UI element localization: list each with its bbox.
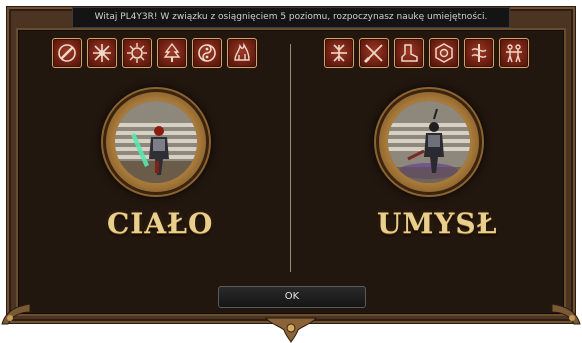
boot-icon[interactable] bbox=[394, 38, 424, 68]
yin-yang-icon[interactable] bbox=[192, 38, 222, 68]
star-burst-icon[interactable] bbox=[87, 38, 117, 68]
spiked-sun-icon[interactable] bbox=[122, 38, 152, 68]
tree-icon[interactable] bbox=[157, 38, 187, 68]
mind-path-portrait[interactable] bbox=[379, 92, 479, 192]
corner-ornament-right bbox=[550, 300, 582, 326]
body-path-portrait[interactable] bbox=[106, 92, 206, 192]
corner-ornament-left bbox=[0, 300, 32, 326]
bottom-ornament bbox=[262, 316, 320, 343]
body-warrior-image bbox=[115, 101, 197, 183]
path-divider bbox=[290, 44, 291, 272]
level-up-notice: Witaj PL4Y3R! W związku z osiągnięciem 5… bbox=[72, 7, 510, 28]
cross-blades-icon[interactable] bbox=[324, 38, 354, 68]
flame-beast-icon[interactable] bbox=[227, 38, 257, 68]
body-path-label[interactable]: CIAŁO bbox=[107, 207, 212, 240]
mind-warrior-image bbox=[388, 101, 470, 183]
body-skills-row bbox=[52, 38, 257, 68]
warriors-icon[interactable] bbox=[499, 38, 529, 68]
sword-swirl-icon[interactable] bbox=[464, 38, 494, 68]
mind-path-label[interactable]: UMYSŁ bbox=[377, 207, 497, 240]
crossed-swords-icon[interactable] bbox=[359, 38, 389, 68]
mind-skills-row bbox=[324, 38, 529, 68]
whirl-slash-icon[interactable] bbox=[52, 38, 82, 68]
dialog-panel bbox=[16, 28, 566, 316]
hex-ring-icon[interactable] bbox=[429, 38, 459, 68]
ok-button[interactable]: OK bbox=[218, 286, 366, 308]
